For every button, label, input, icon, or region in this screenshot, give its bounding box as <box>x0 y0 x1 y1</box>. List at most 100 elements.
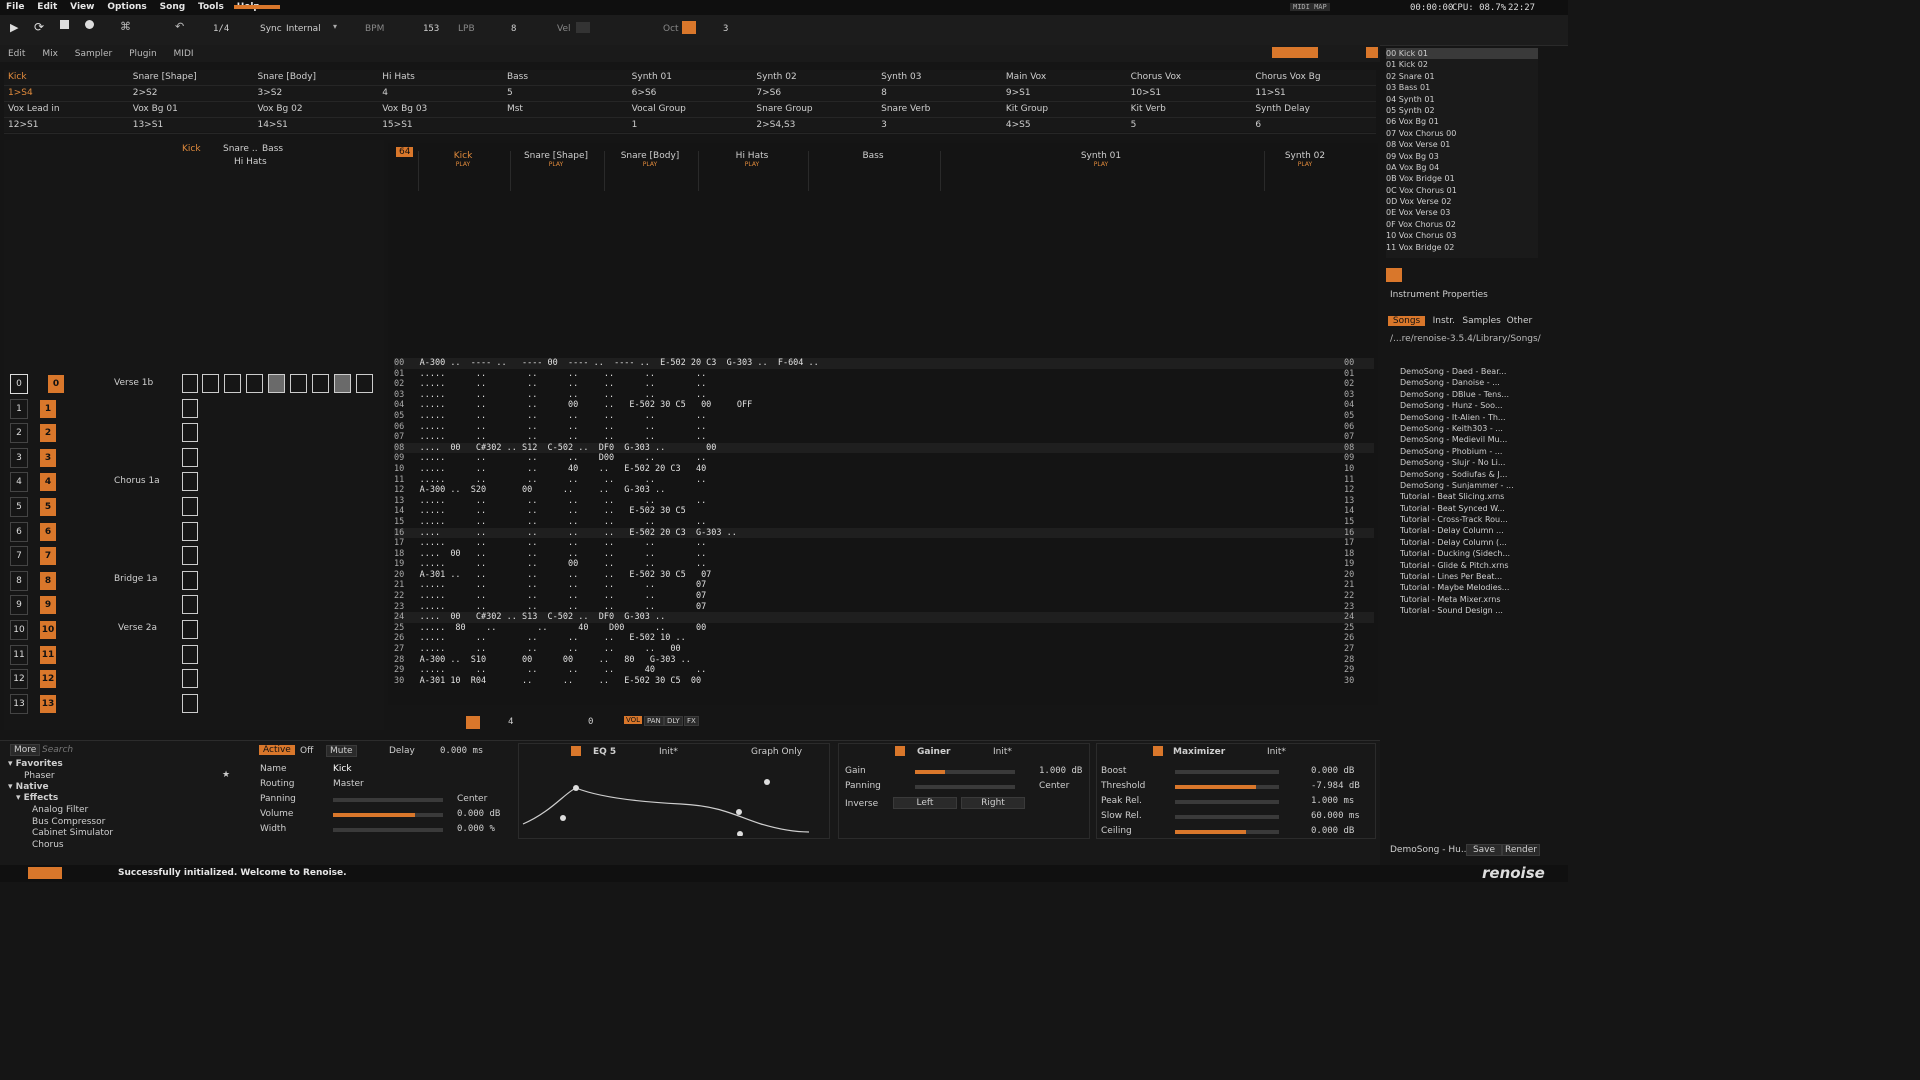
row-content[interactable]: A-300 .. S20 00 .. .. G-303 .. <box>420 485 666 495</box>
octave-keyboard-icon[interactable] <box>682 21 696 34</box>
track-name-cell[interactable]: Snare [Shape] <box>129 70 254 85</box>
pattern-number[interactable]: 11 <box>40 645 56 664</box>
maximizer-param-slider[interactable] <box>1175 770 1279 774</box>
instrument-item[interactable]: 08 Vox Verse 01 <box>1386 139 1538 150</box>
bpm-value[interactable]: 153 <box>423 24 439 34</box>
instrument-properties-header[interactable]: Instrument Properties <box>1390 290 1488 300</box>
maximizer-param-slider[interactable] <box>1175 800 1279 804</box>
tab-midi[interactable]: MIDI <box>174 49 194 59</box>
track-route-cell[interactable]: 11>S1 <box>1251 86 1376 101</box>
track-route-cell[interactable]: 3>S2 <box>253 86 378 101</box>
mute-button[interactable]: Mute <box>326 745 357 757</box>
upper-panel-toggle-icon[interactable] <box>1366 47 1378 58</box>
metronome-icon[interactable]: ⌘ <box>120 20 131 33</box>
file-item[interactable]: DemoSong - Daed - Bear... <box>1400 366 1538 377</box>
pattern-number[interactable]: 9 <box>40 596 56 615</box>
sync-dropdown-icon[interactable]: ▾ <box>333 22 337 31</box>
track-name-cell[interactable]: Hi Hats <box>378 70 503 85</box>
row-content[interactable]: ..... .. .. .. .. .. .. <box>420 411 707 421</box>
row-content[interactable]: A-300 .. S10 00 00 .. 80 G-303 .. <box>420 655 691 665</box>
file-item[interactable]: Tutorial - Sound Design ... <box>1400 605 1538 616</box>
file-item[interactable]: DemoSong - It-Alien - Th... <box>1400 412 1538 423</box>
matrix-slot[interactable] <box>246 374 263 393</box>
instrument-item[interactable]: 0D Vox Verse 02 <box>1386 196 1538 207</box>
eq-preset[interactable]: Init* <box>659 747 678 757</box>
file-item[interactable]: Tutorial - Delay Column ... <box>1400 525 1538 536</box>
group-name-cell[interactable]: Vocal Group <box>628 102 753 117</box>
track-name-cell[interactable]: Synth 03 <box>877 70 1002 85</box>
tab-mix[interactable]: Mix <box>42 49 58 59</box>
matrix-slot[interactable] <box>182 472 198 492</box>
instrument-item[interactable]: 07 Vox Chorus 00 <box>1386 128 1538 139</box>
vol-column-toggle[interactable]: VOL <box>624 716 643 724</box>
width-slider[interactable] <box>333 828 443 832</box>
pattern-row[interactable]: 13 ..... .. .. .. .. .. .. <box>394 496 1374 507</box>
row-content[interactable]: ..... .. .. .. .. .. .. <box>420 538 707 548</box>
instrument-item[interactable]: 01 Kick 02 <box>1386 59 1538 70</box>
track-name-cell[interactable]: Kick <box>4 70 129 85</box>
save-button[interactable]: Save <box>1466 844 1502 856</box>
row-content[interactable]: ..... .. .. .. .. .. .. <box>420 517 707 527</box>
pattern-row[interactable]: 09 ..... .. .. .. D00 .. .. <box>394 453 1374 464</box>
row-content[interactable]: ..... .. .. .. .. .. 07 <box>420 602 707 612</box>
pattern-length[interactable]: 64 <box>396 147 414 157</box>
matrix-slot[interactable] <box>182 644 198 664</box>
volume-slider[interactable] <box>333 813 443 817</box>
row-content[interactable]: .... 00 C#302 .. S13 C-502 .. DF0 G-303 … <box>420 612 666 622</box>
file-item[interactable]: DemoSong - Slujr - No Li... <box>1400 457 1538 468</box>
instrument-item[interactable]: 10 Vox Chorus 03 <box>1386 230 1538 241</box>
pattern-number[interactable]: 8 <box>40 571 56 590</box>
effect-item[interactable]: Chorus <box>32 840 113 852</box>
edit-step-value[interactable]: 4 <box>508 717 513 727</box>
play-icon[interactable]: ▶ <box>10 21 18 34</box>
instrument-item[interactable]: 09 Vox Bg 03 <box>1386 151 1538 162</box>
pattern-row[interactable]: 00 A-300 .. ---- .. ---- 00 ---- .. ----… <box>394 358 1374 369</box>
file-item[interactable]: DemoSong - DBlue - Tens... <box>1400 389 1538 400</box>
group-route-cell[interactable]: 4>S5 <box>1002 118 1127 133</box>
active-button[interactable]: Active <box>259 745 295 755</box>
dsp-search-input[interactable]: Search <box>42 745 73 755</box>
gain-slider[interactable] <box>915 770 1015 774</box>
tab-sampler[interactable]: Sampler <box>75 49 112 59</box>
file-item[interactable]: DemoSong - Phobium - ... <box>1400 446 1538 457</box>
pattern-row[interactable]: 10 ..... .. .. 40 .. E-502 20 C3 40 <box>394 464 1374 475</box>
maximizer-param-slider[interactable] <box>1175 830 1279 834</box>
track-header[interactable]: Hi Hats PLAY <box>698 151 805 191</box>
sequence-slot[interactable]: 88 <box>10 570 56 591</box>
pattern-row[interactable]: 29 ..... .. .. .. .. 40 .. <box>394 665 1374 676</box>
matrix-slot[interactable] <box>182 398 198 418</box>
file-item[interactable]: DemoSong - Danoise - ... <box>1400 377 1538 388</box>
track-name-cell[interactable]: Chorus Vox Bg <box>1251 70 1376 85</box>
group-route-cell[interactable]: 15>S1 <box>378 118 503 133</box>
file-item[interactable]: Tutorial - Cross-Track Rou... <box>1400 514 1538 525</box>
pattern-row[interactable]: 01 ..... .. .. .. .. .. .. <box>394 369 1374 380</box>
center-checkbox-label[interactable]: Center <box>457 794 487 804</box>
track-header[interactable]: Bass <box>808 151 937 191</box>
browser-tab[interactable]: Samples <box>1462 316 1500 326</box>
tab-edit[interactable]: Edit <box>8 49 25 59</box>
pattern-row[interactable]: 28 A-300 .. S10 00 00 .. 80 G-303 .. <box>394 655 1374 666</box>
pattern-number[interactable]: 2 <box>40 424 56 443</box>
matrix-slot[interactable] <box>202 374 219 393</box>
menu-song[interactable]: Song <box>160 2 186 12</box>
row-content[interactable]: .... .. .. .. .. E-502 20 C3 G-303 .. <box>420 528 737 538</box>
sequence-slot[interactable]: 44 <box>10 472 56 493</box>
row-content[interactable]: ..... .. .. .. .. 40 .. <box>420 665 707 675</box>
pattern-rows[interactable]: 00 A-300 .. ---- .. ---- 00 ---- .. ----… <box>394 358 1374 686</box>
pattern-row[interactable]: 21 ..... .. .. .. .. .. 07 <box>394 580 1374 591</box>
effect-item[interactable]: Analog Filter <box>32 805 113 817</box>
pattern-row[interactable]: 04 ..... .. .. 00 .. E-502 30 C5 00 OFF <box>394 400 1374 411</box>
pattern-row[interactable]: 18 .... 00 .. .. .. .. .. .. <box>394 549 1374 560</box>
tab-plugin[interactable]: Plugin <box>129 49 157 59</box>
pattern-row[interactable]: 19 ..... .. .. 00 .. .. .. <box>394 559 1374 570</box>
pattern-row[interactable]: 20 A-301 .. .. .. .. .. E-502 30 C5 07 <box>394 570 1374 581</box>
inverse-right-button[interactable]: Right <box>961 797 1025 809</box>
row-content[interactable]: A-300 .. ---- .. ---- 00 ---- .. ---- ..… <box>420 358 819 368</box>
track-name-cell[interactable]: Main Vox <box>1002 70 1127 85</box>
oct-value[interactable]: 3 <box>723 24 728 34</box>
inverse-left-button[interactable]: Left <box>893 797 957 809</box>
group-name-cell[interactable]: Synth Delay <box>1251 102 1376 117</box>
menu-options[interactable]: Options <box>107 2 146 12</box>
group-name-cell[interactable]: Snare Group <box>752 102 877 117</box>
row-content[interactable]: .... 00 C#302 .. S12 C-502 .. DF0 G-303 … <box>420 443 717 453</box>
